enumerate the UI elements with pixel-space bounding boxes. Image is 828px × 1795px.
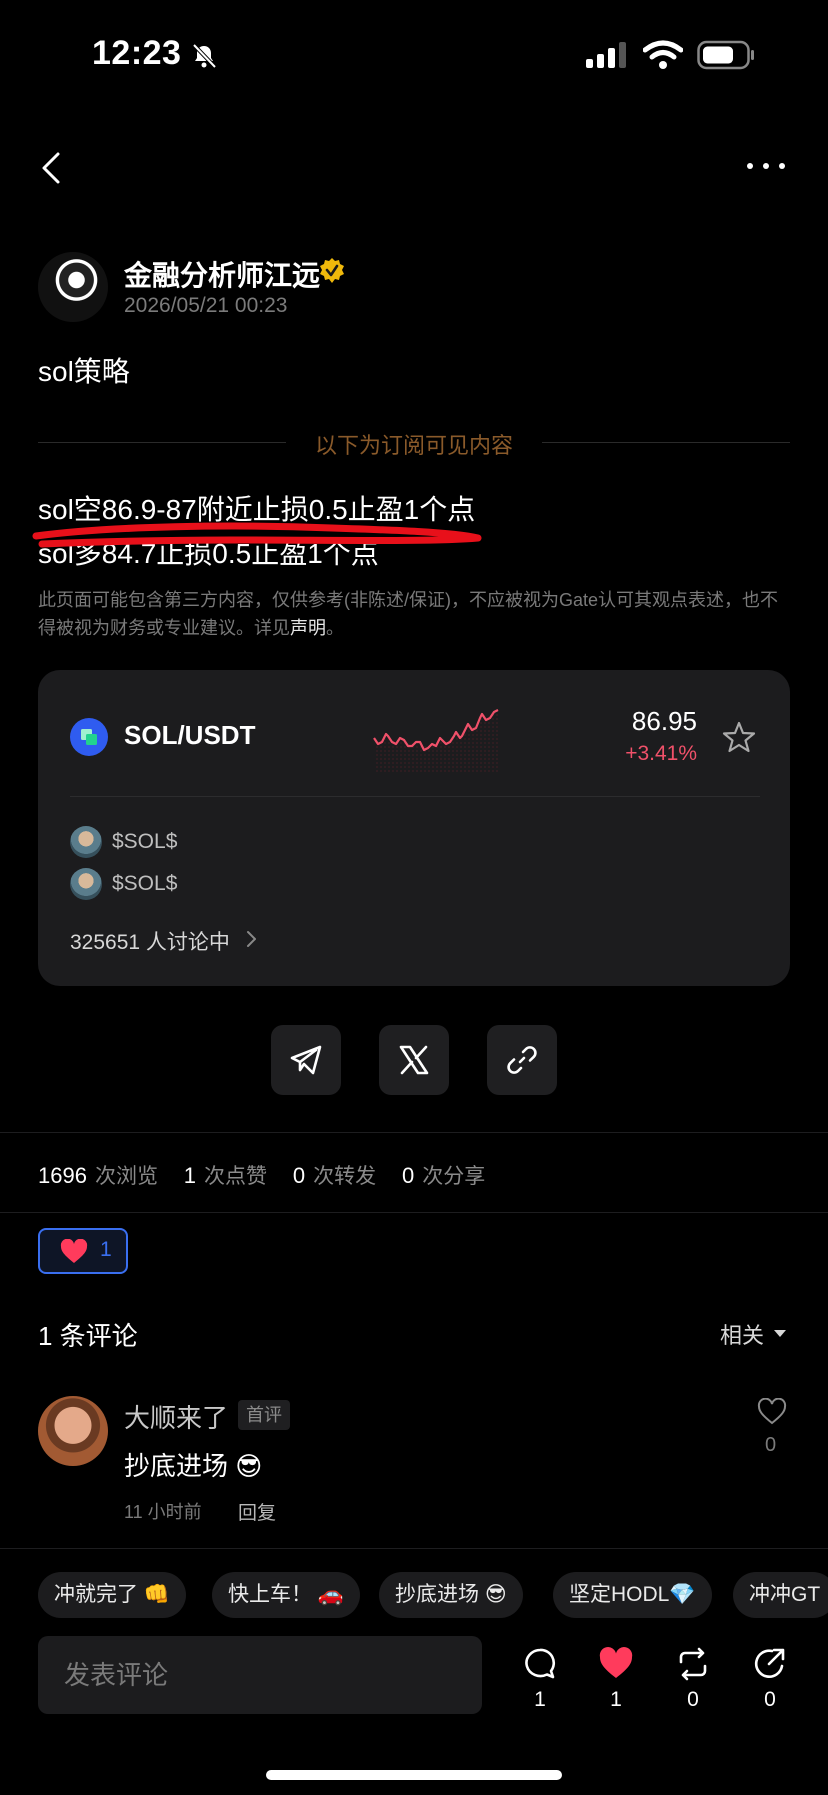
chevron-right-icon: [247, 931, 256, 947]
author-avatar[interactable]: [38, 252, 108, 322]
divider: [0, 1132, 828, 1133]
post-timestamp: 2026/05/21 00:23: [124, 294, 288, 317]
comment-text: 抄底进场 😎: [124, 1451, 263, 1481]
copy-link-button[interactable]: [487, 1025, 557, 1095]
discussion-count[interactable]: 325651 人讨论中: [70, 926, 230, 956]
heart-icon: [60, 1239, 88, 1263]
sol-coin-icon: [70, 718, 108, 756]
commenter-avatar[interactable]: [38, 1396, 108, 1466]
wifi-icon: [643, 40, 683, 69]
comment-count: 1: [534, 1688, 546, 1711]
telegram-icon: [290, 1045, 322, 1075]
red-underline-annotation: [32, 522, 482, 548]
comment-bubble-icon[interactable]: [522, 1646, 558, 1682]
comment-input[interactable]: 发表评论: [38, 1636, 482, 1714]
share-x-button[interactable]: [379, 1025, 449, 1095]
author-name[interactable]: 金融分析师江远: [124, 254, 320, 294]
share-telegram-button[interactable]: [271, 1025, 341, 1095]
quick-reply-chip[interactable]: 坚定HODL💎: [553, 1572, 712, 1618]
comment-sort-dropdown[interactable]: 相关: [720, 1318, 764, 1350]
sparkline-chart: [373, 709, 499, 772]
like-count: 1: [610, 1688, 622, 1711]
share-icon[interactable]: [752, 1646, 788, 1682]
divider: [38, 442, 286, 443]
quick-reply-chip[interactable]: 冲冲GT: [733, 1572, 828, 1618]
repost-count: 0: [687, 1688, 699, 1711]
cellular-signal-icon: [586, 42, 626, 68]
post-stats: 1696 次浏览 1 次点赞 0 次转发 0 次分享: [38, 1163, 486, 1188]
repost-icon[interactable]: [675, 1646, 711, 1682]
like-heart-icon[interactable]: [598, 1646, 634, 1682]
coin-tag[interactable]: $SOL$: [112, 872, 177, 896]
favorite-star-icon[interactable]: [722, 720, 756, 754]
coin-tag[interactable]: $SOL$: [112, 830, 177, 854]
reply-button[interactable]: 回复: [238, 1498, 276, 1525]
disclaimer-link[interactable]: 声明: [290, 618, 326, 638]
comment-time: 11 小时前: [124, 1502, 202, 1522]
status-time: 12:23: [92, 34, 182, 72]
back-arrow-icon[interactable]: [38, 148, 68, 188]
first-comment-badge: 首评: [238, 1400, 290, 1430]
quick-reply-chip[interactable]: 快上车！ 🚗: [212, 1572, 360, 1618]
x-icon: [399, 1045, 429, 1075]
verified-badge-icon: [320, 258, 344, 283]
comment-like-icon[interactable]: [757, 1398, 787, 1426]
caret-down-icon: [774, 1330, 786, 1337]
comment-like-count: 0: [765, 1434, 777, 1456]
share-count: 0: [764, 1688, 776, 1711]
post-title: sol策略: [38, 356, 130, 387]
card-divider: [70, 796, 760, 797]
comments-title: 1 条评论: [38, 1321, 138, 1351]
disclaimer: 此页面可能包含第三方内容，仅供参考(非陈述/保证)，不应被视为Gate认可其观点…: [38, 590, 779, 638]
commenter-name[interactable]: 大顺来了: [124, 1398, 228, 1435]
bell-muted-icon: [192, 43, 217, 69]
more-options-icon[interactable]: [746, 160, 786, 172]
quick-reply-chip[interactable]: 冲就完了 👊: [38, 1572, 186, 1618]
reaction-count: 1: [100, 1238, 112, 1261]
tag-avatar: [70, 826, 102, 858]
divider: [542, 442, 790, 443]
quick-reply-chip[interactable]: 抄底进场 😎: [379, 1572, 523, 1618]
subscription-notice: 以下为订阅可见内容: [314, 433, 513, 458]
trading-pair: SOL/USDT: [124, 720, 256, 750]
link-icon: [507, 1046, 537, 1074]
home-indicator[interactable]: [266, 1770, 562, 1780]
battery-icon: [697, 40, 754, 70]
price-change: +3.41%: [625, 742, 697, 765]
divider: [0, 1212, 828, 1213]
price: 86.95: [631, 706, 697, 736]
tag-avatar: [70, 868, 102, 900]
divider: [0, 1548, 828, 1549]
